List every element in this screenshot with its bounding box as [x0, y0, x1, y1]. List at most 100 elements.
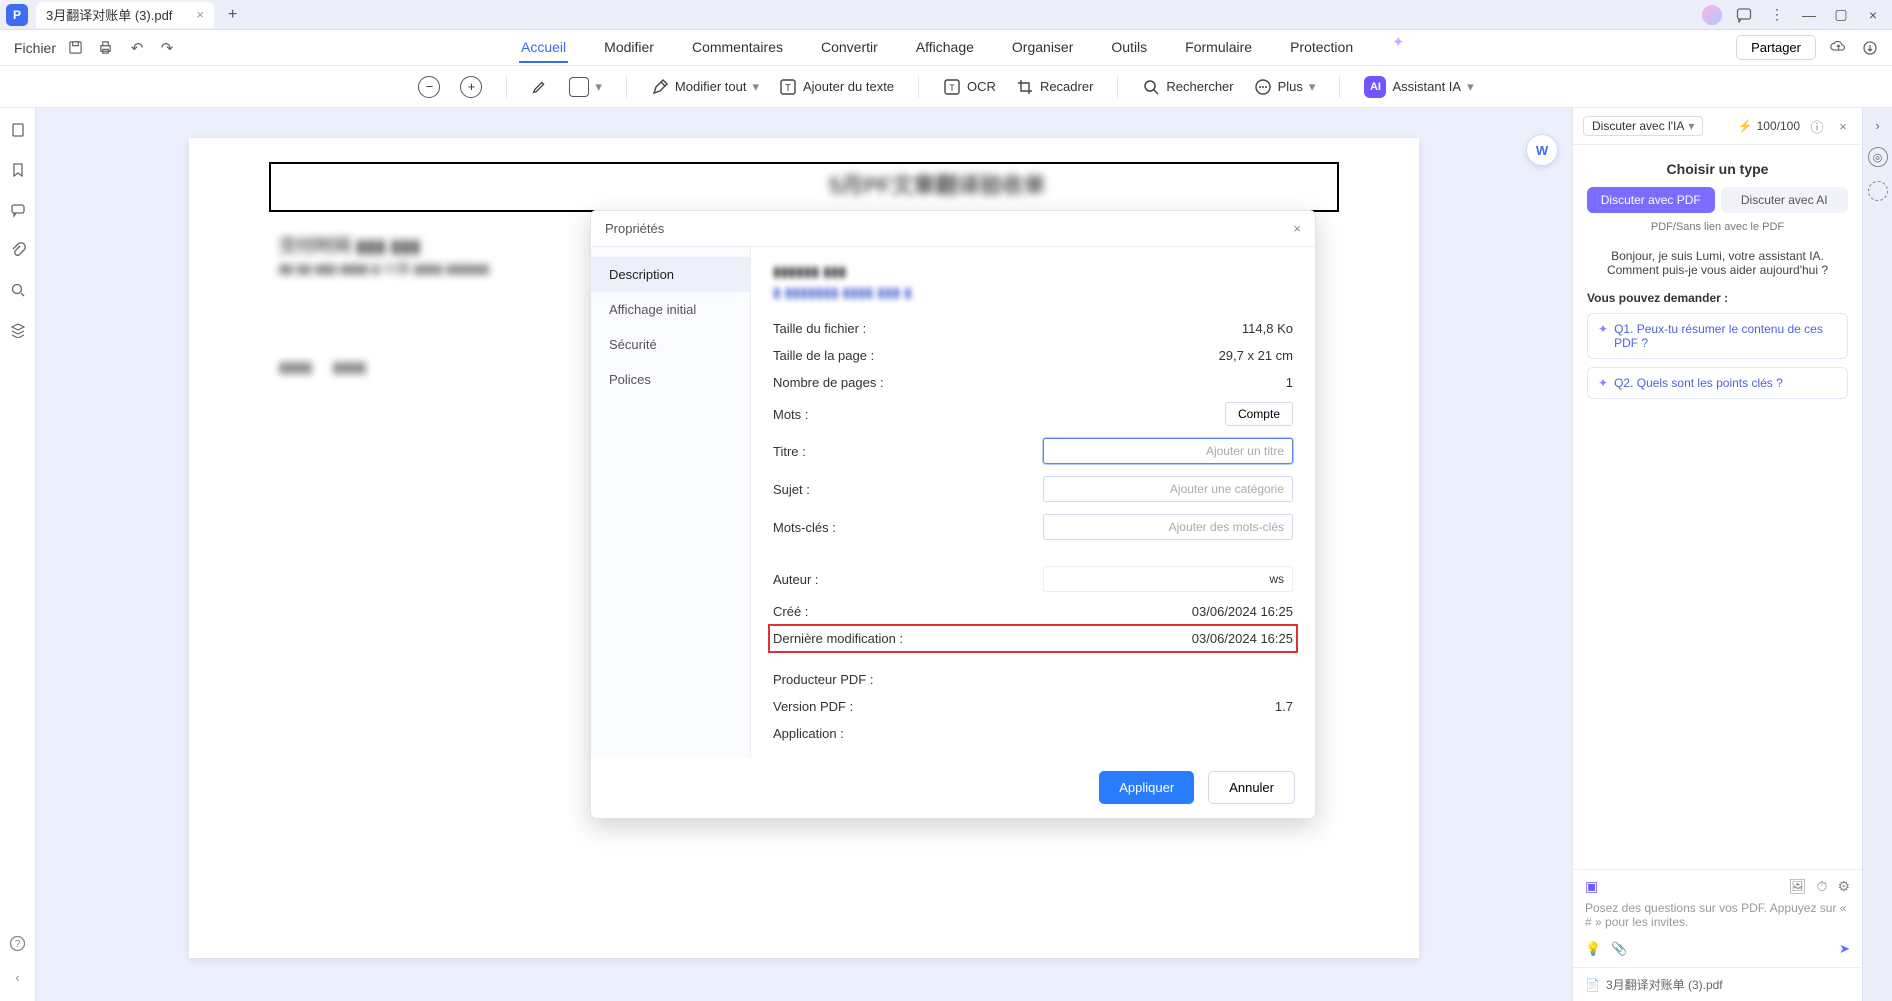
page-count-value: 1	[1286, 375, 1293, 390]
share-button[interactable]: Partager	[1736, 35, 1816, 60]
lightbulb-icon[interactable]: 💡	[1585, 941, 1601, 957]
send-icon[interactable]: ➤	[1839, 941, 1850, 957]
version-label: Version PDF :	[773, 699, 973, 714]
tab-initial-view[interactable]: Affichage initial	[591, 292, 750, 327]
prompt-chip-icon[interactable]: ▣	[1585, 878, 1598, 895]
properties-dialog: Propriétés × Description Affichage initi…	[590, 210, 1316, 819]
window-close-icon[interactable]: ×	[1864, 7, 1882, 23]
menu-accueil[interactable]: Accueil	[519, 33, 568, 63]
panel-help-icon[interactable]: ⓘ	[1808, 117, 1826, 136]
edit-icon	[651, 78, 669, 96]
created-value: 03/06/2024 16:25	[1192, 604, 1293, 619]
rail-target-icon[interactable]: ◎	[1868, 147, 1888, 167]
menu-modifier[interactable]: Modifier	[602, 33, 656, 63]
search-button[interactable]: Rechercher	[1142, 78, 1233, 96]
redo-icon[interactable]: ↷	[158, 39, 176, 57]
tab-description[interactable]: Description	[591, 257, 750, 292]
highlighter-icon[interactable]	[531, 78, 549, 96]
zoom-out-icon[interactable]: −	[418, 76, 440, 98]
shape-dropdown[interactable]: ▾	[569, 77, 602, 97]
tab-fonts[interactable]: Polices	[591, 362, 750, 397]
author-label: Auteur :	[773, 572, 973, 587]
menu-bar: Fichier ↶ ↷ Accueil Modifier Commentaire…	[0, 30, 1892, 66]
page-size-label: Taille de la page :	[773, 348, 973, 363]
ai-greeting: Bonjour, je suis Lumi, votre assistant I…	[1587, 249, 1848, 277]
author-input[interactable]	[1043, 566, 1293, 592]
menu-organiser[interactable]: Organiser	[1010, 33, 1075, 63]
svg-text:T: T	[785, 83, 791, 94]
find-icon[interactable]	[10, 282, 26, 298]
new-tab-button[interactable]: +	[218, 6, 247, 24]
bolt-icon: ⚡	[1738, 119, 1753, 133]
save-icon[interactable]	[68, 40, 86, 55]
modified-label: Dernière modification :	[773, 631, 973, 646]
menu-outils[interactable]: Outils	[1109, 33, 1149, 63]
dialog-close-icon[interactable]: ×	[1293, 221, 1301, 236]
rail-circle-icon[interactable]	[1868, 181, 1888, 201]
ai-context-file[interactable]: 📄 3月翻译对账单 (3).pdf	[1573, 967, 1862, 1001]
page-size-value: 29,7 x 21 cm	[1219, 348, 1293, 363]
attachment-icon[interactable]	[10, 242, 26, 258]
zoom-in-icon[interactable]: +	[460, 76, 482, 98]
clip-icon[interactable]: 📎	[1611, 941, 1627, 957]
settings-icon[interactable]: ⚙	[1837, 878, 1850, 895]
more-dropdown[interactable]: Plus▾	[1254, 78, 1316, 96]
page-count-label: Nombre de pages :	[773, 375, 973, 390]
ai-credits: ⚡100/100	[1738, 119, 1800, 133]
menu-commentaires[interactable]: Commentaires	[690, 33, 785, 63]
word-count-button[interactable]: Compte	[1225, 402, 1293, 426]
menu-affichage[interactable]: Affichage	[914, 33, 976, 63]
window-minimize-icon[interactable]: —	[1800, 7, 1818, 23]
panel-close-icon[interactable]: ×	[1834, 119, 1852, 134]
ai-badge-icon: AI	[1364, 76, 1386, 98]
ai-input-placeholder[interactable]: Posez des questions sur vos PDF. Appuyez…	[1585, 901, 1850, 929]
pill-chat-pdf[interactable]: Discuter avec PDF	[1587, 187, 1715, 213]
apply-button[interactable]: Appliquer	[1099, 771, 1194, 804]
comment-icon[interactable]	[10, 202, 26, 218]
suggestion-q2[interactable]: ✦Q2. Quels sont les points clés ?	[1587, 367, 1848, 399]
modify-all-dropdown[interactable]: Modifier tout▾	[651, 78, 759, 96]
collapse-rail-icon[interactable]: ‹	[15, 970, 19, 985]
convert-to-word-badge[interactable]: W	[1526, 134, 1558, 166]
user-avatar[interactable]	[1702, 5, 1722, 25]
application-label: Application :	[773, 726, 973, 741]
kebab-menu-icon[interactable]: ⋮	[1768, 6, 1786, 23]
image-attach-icon[interactable]: 🖼	[1789, 878, 1807, 895]
expand-icon[interactable]: ›	[1875, 118, 1879, 133]
menu-formulaire[interactable]: Formulaire	[1183, 33, 1254, 63]
print-icon[interactable]	[98, 40, 116, 55]
ocr-button[interactable]: T OCR	[943, 78, 996, 96]
file-menu[interactable]: Fichier	[14, 40, 56, 56]
modified-value: 03/06/2024 16:25	[1192, 631, 1293, 646]
ai-assistant-dropdown[interactable]: AI Assistant IA▾	[1364, 76, 1473, 98]
undo-icon[interactable]: ↶	[128, 39, 146, 57]
menu-protection[interactable]: Protection	[1288, 33, 1355, 63]
crop-button[interactable]: Recadrer	[1016, 78, 1093, 96]
chat-icon[interactable]	[1736, 7, 1754, 23]
close-tab-icon[interactable]: ×	[196, 7, 204, 22]
suggestion-q1[interactable]: ✦Q1. Peux-tu résumer le contenu de ces P…	[1587, 313, 1848, 359]
layers-icon[interactable]	[10, 322, 26, 338]
bookmark-icon[interactable]	[10, 162, 26, 178]
text-icon: T	[779, 78, 797, 96]
history-icon[interactable]: ⏱	[1817, 878, 1828, 895]
cloud-upload-icon[interactable]	[1830, 39, 1848, 56]
add-text-button[interactable]: T Ajouter du texte	[779, 78, 894, 96]
thumbnails-icon[interactable]	[10, 122, 26, 138]
keywords-input[interactable]	[1043, 514, 1293, 540]
far-right-rail: › ◎	[1862, 108, 1892, 1001]
pill-chat-ai[interactable]: Discuter avec AI	[1721, 187, 1849, 213]
document-tab[interactable]: 3月翻译对账单 (3).pdf ×	[36, 2, 214, 28]
sparkle-icon[interactable]: ✦	[1389, 33, 1407, 63]
subject-input[interactable]	[1043, 476, 1293, 502]
menu-convertir[interactable]: Convertir	[819, 33, 880, 63]
title-input[interactable]	[1043, 438, 1293, 464]
help-icon[interactable]: ?	[9, 935, 26, 952]
cancel-button[interactable]: Annuler	[1208, 771, 1295, 804]
window-maximize-icon[interactable]: ▢	[1832, 6, 1850, 23]
modify-all-label: Modifier tout	[675, 79, 747, 94]
export-icon[interactable]	[1862, 40, 1880, 56]
producer-label: Producteur PDF :	[773, 672, 973, 687]
tab-security[interactable]: Sécurité	[591, 327, 750, 362]
chat-mode-dropdown[interactable]: Discuter avec l'IA▾	[1583, 116, 1703, 136]
